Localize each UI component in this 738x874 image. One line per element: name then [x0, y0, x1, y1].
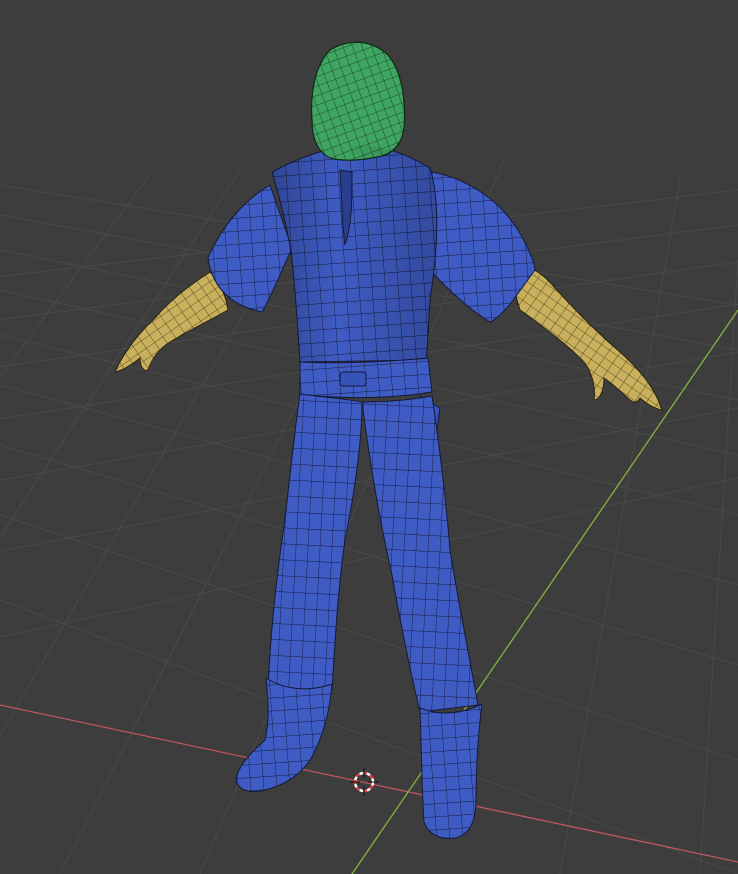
- right-boot[interactable]: [419, 703, 483, 839]
- belt-buckle: [339, 371, 367, 387]
- viewport-canvas[interactable]: [0, 0, 738, 874]
- 3d-viewport[interactable]: [0, 0, 738, 874]
- hood[interactable]: [310, 41, 406, 161]
